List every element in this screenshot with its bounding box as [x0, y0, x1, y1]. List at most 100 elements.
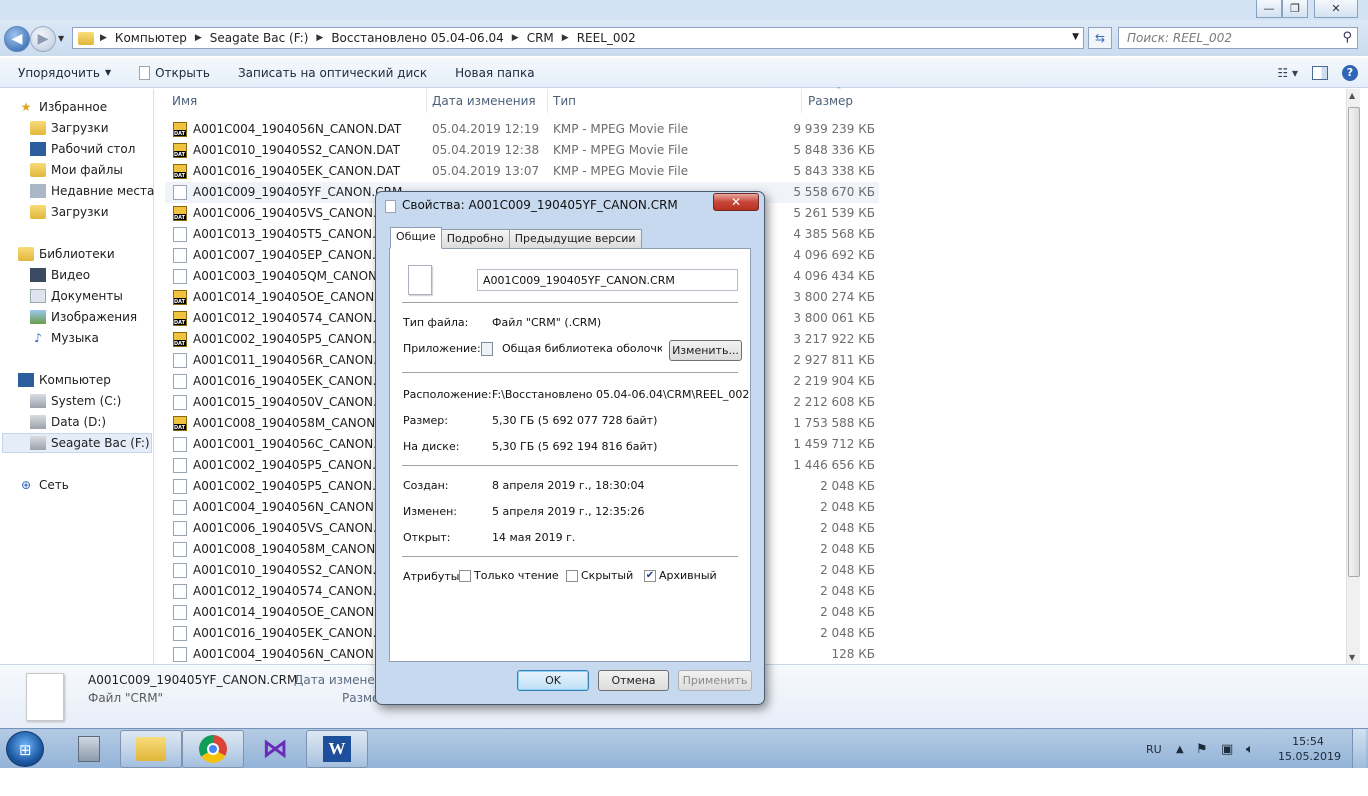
new-folder-button[interactable]: Новая папка — [441, 66, 548, 80]
column-header-name[interactable]: Имя — [172, 89, 197, 113]
cancel-button[interactable]: Отмена — [598, 670, 669, 691]
nav-label: System (C:) — [51, 394, 122, 408]
breadcrumb-chevron-icon[interactable]: ▶ — [98, 33, 109, 43]
breadcrumb-chevron-icon[interactable]: ▶ — [193, 33, 204, 43]
help-icon[interactable]: ? — [1342, 65, 1358, 81]
filename-field[interactable] — [477, 269, 738, 291]
breadcrumb-computer[interactable]: Компьютер — [109, 31, 193, 45]
nav-lib-video[interactable]: Видео — [30, 265, 184, 285]
scroll-up-icon[interactable]: ▲ — [1349, 91, 1355, 100]
taskbar-calculator[interactable] — [58, 730, 120, 768]
dat-file-icon — [173, 416, 187, 431]
search-input[interactable]: Поиск: REEL_002 ⚲ — [1118, 27, 1358, 49]
tab-previous-versions[interactable]: Предыдущие версии — [508, 229, 642, 249]
disk-size-value: 5,30 ГБ (5 692 194 816 байт) — [492, 440, 658, 453]
network-tray-icon[interactable]: ▣ — [1221, 729, 1233, 769]
breadcrumb-chevron-icon[interactable]: ▶ — [510, 33, 521, 43]
checkbox-unchecked-icon[interactable] — [459, 570, 471, 582]
nav-computer[interactable]: Компьютер — [18, 370, 172, 390]
nav-network[interactable]: ⊕ Сеть — [18, 475, 172, 495]
column-divider[interactable] — [547, 89, 548, 113]
file-icon — [385, 200, 396, 213]
tab-general[interactable]: Общие — [390, 227, 442, 249]
dat-file-icon — [173, 311, 187, 326]
nav-fav-myfiles[interactable]: Мои файлы — [30, 160, 184, 180]
dialog-close-button[interactable]: ✕ — [713, 193, 759, 211]
command-toolbar: Упорядочить ▼ Открыть Записать на оптичес… — [0, 58, 1368, 88]
file-row[interactable]: A001C004_1904056N_CANON.DAT 05.04.2019 12… — [165, 119, 879, 140]
column-header-type[interactable]: Тип — [553, 89, 576, 113]
breadcrumb-reel[interactable]: REEL_002 — [571, 31, 642, 45]
language-indicator[interactable]: RU — [1146, 729, 1162, 769]
apply-button[interactable]: Применить — [678, 670, 752, 691]
file-row[interactable]: A001C010_190405S2_CANON.DAT 05.04.2019 12… — [165, 140, 879, 161]
nav-drive-f[interactable]: Seagate Bac (F:) — [2, 433, 152, 453]
nav-lib-documents[interactable]: Документы — [30, 286, 184, 306]
view-options-icon[interactable]: ☷ ▾ — [1277, 66, 1298, 80]
tab-details[interactable]: Подробно — [440, 229, 510, 249]
vertical-scrollbar[interactable]: ▲ ▼ — [1346, 89, 1360, 664]
nav-favorites[interactable]: ★ Избранное — [18, 97, 172, 117]
nav-drive-c[interactable]: System (C:) — [30, 391, 184, 411]
start-button[interactable]: ⊞ — [6, 731, 44, 767]
taskbar-word[interactable]: W — [306, 730, 368, 768]
change-button[interactable]: Изменить... — [669, 340, 742, 361]
nav-lib-pictures[interactable]: Изображения — [30, 307, 184, 327]
volume-icon[interactable]: 🔈︎ — [1246, 729, 1254, 769]
history-dropdown-icon[interactable]: ▼ — [58, 34, 64, 43]
organize-button[interactable]: Упорядочить ▼ — [0, 66, 125, 80]
ok-button[interactable]: OK — [517, 670, 589, 691]
back-button[interactable]: ◀ — [4, 26, 30, 52]
file-date: 05.04.2019 13:07 — [432, 164, 540, 178]
file-size: 1 446 656 КБ — [793, 458, 875, 472]
nav-fav-desktop[interactable]: Рабочий стол — [30, 139, 184, 159]
checkbox-checked-icon[interactable]: ✔ — [644, 570, 656, 582]
file-icon — [173, 269, 187, 284]
archive-checkbox[interactable]: ✔ Архивный — [644, 569, 717, 582]
maximize-button[interactable]: ❐ — [1282, 0, 1308, 18]
preview-pane-icon[interactable] — [1312, 66, 1328, 80]
open-button[interactable]: Открыть — [125, 65, 224, 80]
nav-label: Data (D:) — [51, 415, 107, 429]
breadcrumb-chevron-icon[interactable]: ▶ — [314, 33, 325, 43]
file-row[interactable]: A001C016_190405EK_CANON.DAT 05.04.2019 13… — [165, 161, 879, 182]
nav-lib-music[interactable]: ♪ Музыка — [30, 328, 184, 348]
column-header-date[interactable]: Дата изменения — [432, 89, 536, 113]
address-bar[interactable]: ▶ Компьютер ▶ Seagate Bac (F:) ▶ Восстан… — [72, 27, 1084, 49]
hidden-checkbox[interactable]: Скрытый — [566, 569, 633, 582]
file-icon — [173, 458, 187, 473]
checkbox-unchecked-icon[interactable] — [566, 570, 578, 582]
column-divider[interactable] — [801, 89, 802, 113]
nav-fav-recent[interactable]: Недавние места — [30, 181, 184, 201]
breadcrumb-drive[interactable]: Seagate Bac (F:) — [204, 31, 315, 45]
file-size: 2 048 КБ — [820, 563, 875, 577]
nav-libraries[interactable]: Библиотеки — [18, 244, 172, 264]
taskbar-media-player[interactable]: ⋈ — [244, 730, 306, 768]
action-center-flag-icon[interactable]: ⚑ — [1196, 729, 1208, 769]
taskbar-chrome[interactable] — [182, 730, 244, 768]
search-icon[interactable]: ⚲ — [1342, 30, 1352, 45]
column-divider[interactable] — [426, 89, 427, 113]
nav-fav-downloads[interactable]: Загрузки — [30, 118, 184, 138]
readonly-checkbox[interactable]: Только чтение — [459, 569, 559, 582]
burn-button[interactable]: Записать на оптический диск — [224, 66, 441, 80]
close-button[interactable]: ✕ — [1314, 0, 1358, 18]
show-desktop-button[interactable] — [1352, 729, 1366, 769]
address-dropdown-icon[interactable]: ▼ — [1072, 32, 1079, 42]
column-header-size[interactable]: Размер — [808, 89, 853, 113]
breadcrumb-crm[interactable]: CRM — [521, 31, 560, 45]
breadcrumb-chevron-icon[interactable]: ▶ — [560, 33, 571, 43]
arrow-right-icon: ▶ — [37, 31, 49, 47]
forward-button[interactable]: ▶ — [30, 26, 56, 52]
nav-drive-d[interactable]: Data (D:) — [30, 412, 184, 432]
tray-expand-icon[interactable]: ▲ — [1176, 729, 1184, 769]
clock[interactable]: 15:54 15.05.2019 — [1278, 734, 1341, 764]
minimize-button[interactable]: — — [1256, 0, 1282, 18]
file-icon — [173, 647, 187, 662]
refresh-button[interactable]: ⇆ — [1088, 27, 1112, 49]
scroll-down-icon[interactable]: ▼ — [1349, 653, 1355, 662]
scrollbar-thumb[interactable] — [1348, 107, 1360, 577]
nav-fav-downloads-2[interactable]: Загрузки — [30, 202, 184, 222]
taskbar-explorer[interactable] — [120, 730, 182, 768]
breadcrumb-restored[interactable]: Восстановлено 05.04-06.04 — [325, 31, 509, 45]
